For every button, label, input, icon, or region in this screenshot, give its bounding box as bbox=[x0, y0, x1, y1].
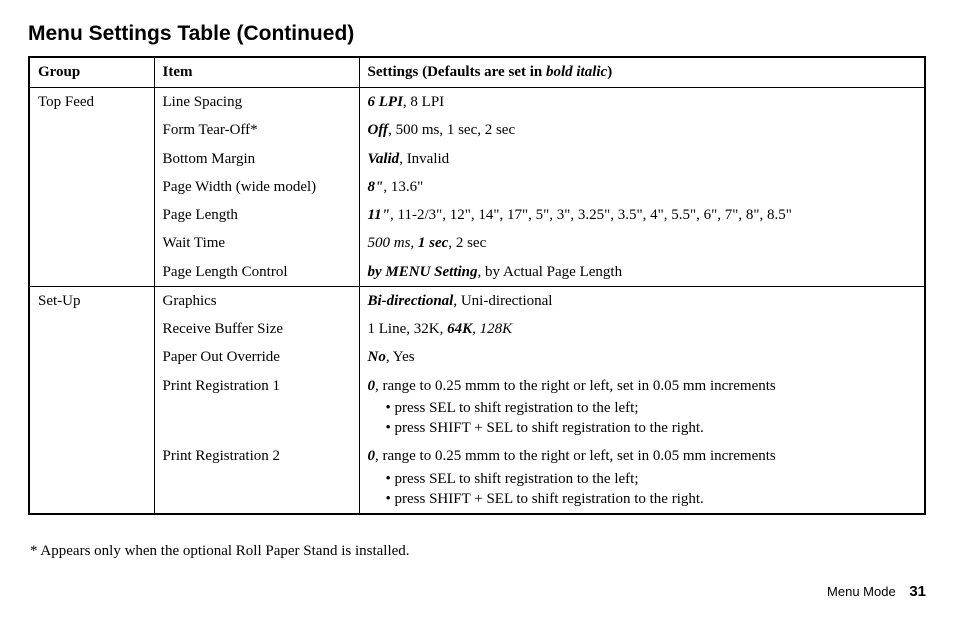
cell-item: Line Spacing bbox=[154, 88, 359, 117]
cell-item: Paper Out Override bbox=[154, 343, 359, 371]
settings-bullet: press SEL to shift registration to the l… bbox=[386, 469, 917, 489]
table-row: Receive Buffer Size1 Line, 32K, 64K, 128… bbox=[29, 315, 925, 343]
cell-group bbox=[29, 145, 154, 173]
page-footer: Menu Mode 31 bbox=[827, 583, 926, 600]
table-row: Set-UpGraphicsBi-directional, Uni-direct… bbox=[29, 286, 925, 315]
cell-settings: 11", 11-2/3", 12", 14", 17", 5", 3", 3.2… bbox=[359, 201, 925, 229]
table-row: Page Width (wide model)8", 13.6" bbox=[29, 173, 925, 201]
table-row: Bottom MarginValid, Invalid bbox=[29, 145, 925, 173]
col-header-item: Item bbox=[154, 57, 359, 88]
settings-table: Group Item Settings (Defaults are set in… bbox=[28, 56, 926, 515]
settings-bullet: press SHIFT + SEL to shift registration … bbox=[386, 418, 917, 438]
cell-settings: 1 Line, 32K, 64K, 128K bbox=[359, 315, 925, 343]
col-header-group: Group bbox=[29, 57, 154, 88]
cell-item: Receive Buffer Size bbox=[154, 315, 359, 343]
cell-settings: Bi-directional, Uni-directional bbox=[359, 286, 925, 315]
cell-settings: Valid, Invalid bbox=[359, 145, 925, 173]
cell-settings: 500 ms, 1 sec, 2 sec bbox=[359, 229, 925, 257]
cell-group bbox=[29, 343, 154, 371]
table-row: Top FeedLine Spacing6 LPI, 8 LPI bbox=[29, 88, 925, 117]
table-row: Print Registration 10, range to 0.25 mmm… bbox=[29, 372, 925, 443]
footer-page-number: 31 bbox=[909, 583, 926, 600]
col-header-settings-prefix: Settings (Defaults are set in bbox=[368, 64, 546, 80]
cell-item: Page Length bbox=[154, 201, 359, 229]
cell-group: Top Feed bbox=[29, 88, 154, 117]
cell-group bbox=[29, 173, 154, 201]
table-row: Paper Out OverrideNo, Yes bbox=[29, 343, 925, 371]
cell-group bbox=[29, 372, 154, 443]
cell-item: Print Registration 1 bbox=[154, 372, 359, 443]
table-row: Page Length11", 11-2/3", 12", 14", 17", … bbox=[29, 201, 925, 229]
cell-item: Wait Time bbox=[154, 229, 359, 257]
cell-group bbox=[29, 116, 154, 144]
table-row: Print Registration 20, range to 0.25 mmm… bbox=[29, 442, 925, 514]
cell-settings: 8", 13.6" bbox=[359, 173, 925, 201]
cell-settings: by MENU Setting, by Actual Page Length bbox=[359, 258, 925, 287]
settings-bullets: press SEL to shift registration to the l… bbox=[368, 469, 917, 510]
col-header-settings: Settings (Defaults are set in bold itali… bbox=[359, 57, 925, 88]
col-header-settings-emph: bold italic bbox=[546, 64, 607, 80]
cell-item: Form Tear-Off* bbox=[154, 116, 359, 144]
cell-settings: 0, range to 0.25 mmm to the right or lef… bbox=[359, 442, 925, 514]
settings-bullet: press SHIFT + SEL to shift registration … bbox=[386, 489, 917, 509]
cell-group bbox=[29, 201, 154, 229]
cell-group bbox=[29, 258, 154, 287]
footer-section: Menu Mode bbox=[827, 584, 896, 599]
cell-group bbox=[29, 442, 154, 514]
cell-settings: No, Yes bbox=[359, 343, 925, 371]
settings-bullets: press SEL to shift registration to the l… bbox=[368, 398, 917, 439]
table-row: Page Length Controlby MENU Setting, by A… bbox=[29, 258, 925, 287]
col-header-settings-suffix: ) bbox=[607, 64, 612, 80]
cell-item: Page Length Control bbox=[154, 258, 359, 287]
cell-settings: Off, 500 ms, 1 sec, 2 sec bbox=[359, 116, 925, 144]
table-row: Form Tear-Off*Off, 500 ms, 1 sec, 2 sec bbox=[29, 116, 925, 144]
cell-settings: 6 LPI, 8 LPI bbox=[359, 88, 925, 117]
footnote: * Appears only when the optional Roll Pa… bbox=[30, 543, 926, 560]
cell-settings: 0, range to 0.25 mmm to the right or lef… bbox=[359, 372, 925, 443]
cell-item: Bottom Margin bbox=[154, 145, 359, 173]
cell-item: Graphics bbox=[154, 286, 359, 315]
table-row: Wait Time500 ms, 1 sec, 2 sec bbox=[29, 229, 925, 257]
cell-group bbox=[29, 315, 154, 343]
cell-group: Set-Up bbox=[29, 286, 154, 315]
cell-item: Page Width (wide model) bbox=[154, 173, 359, 201]
settings-bullet: press SEL to shift registration to the l… bbox=[386, 398, 917, 418]
cell-group bbox=[29, 229, 154, 257]
cell-item: Print Registration 2 bbox=[154, 442, 359, 514]
page-title: Menu Settings Table (Continued) bbox=[28, 22, 926, 46]
